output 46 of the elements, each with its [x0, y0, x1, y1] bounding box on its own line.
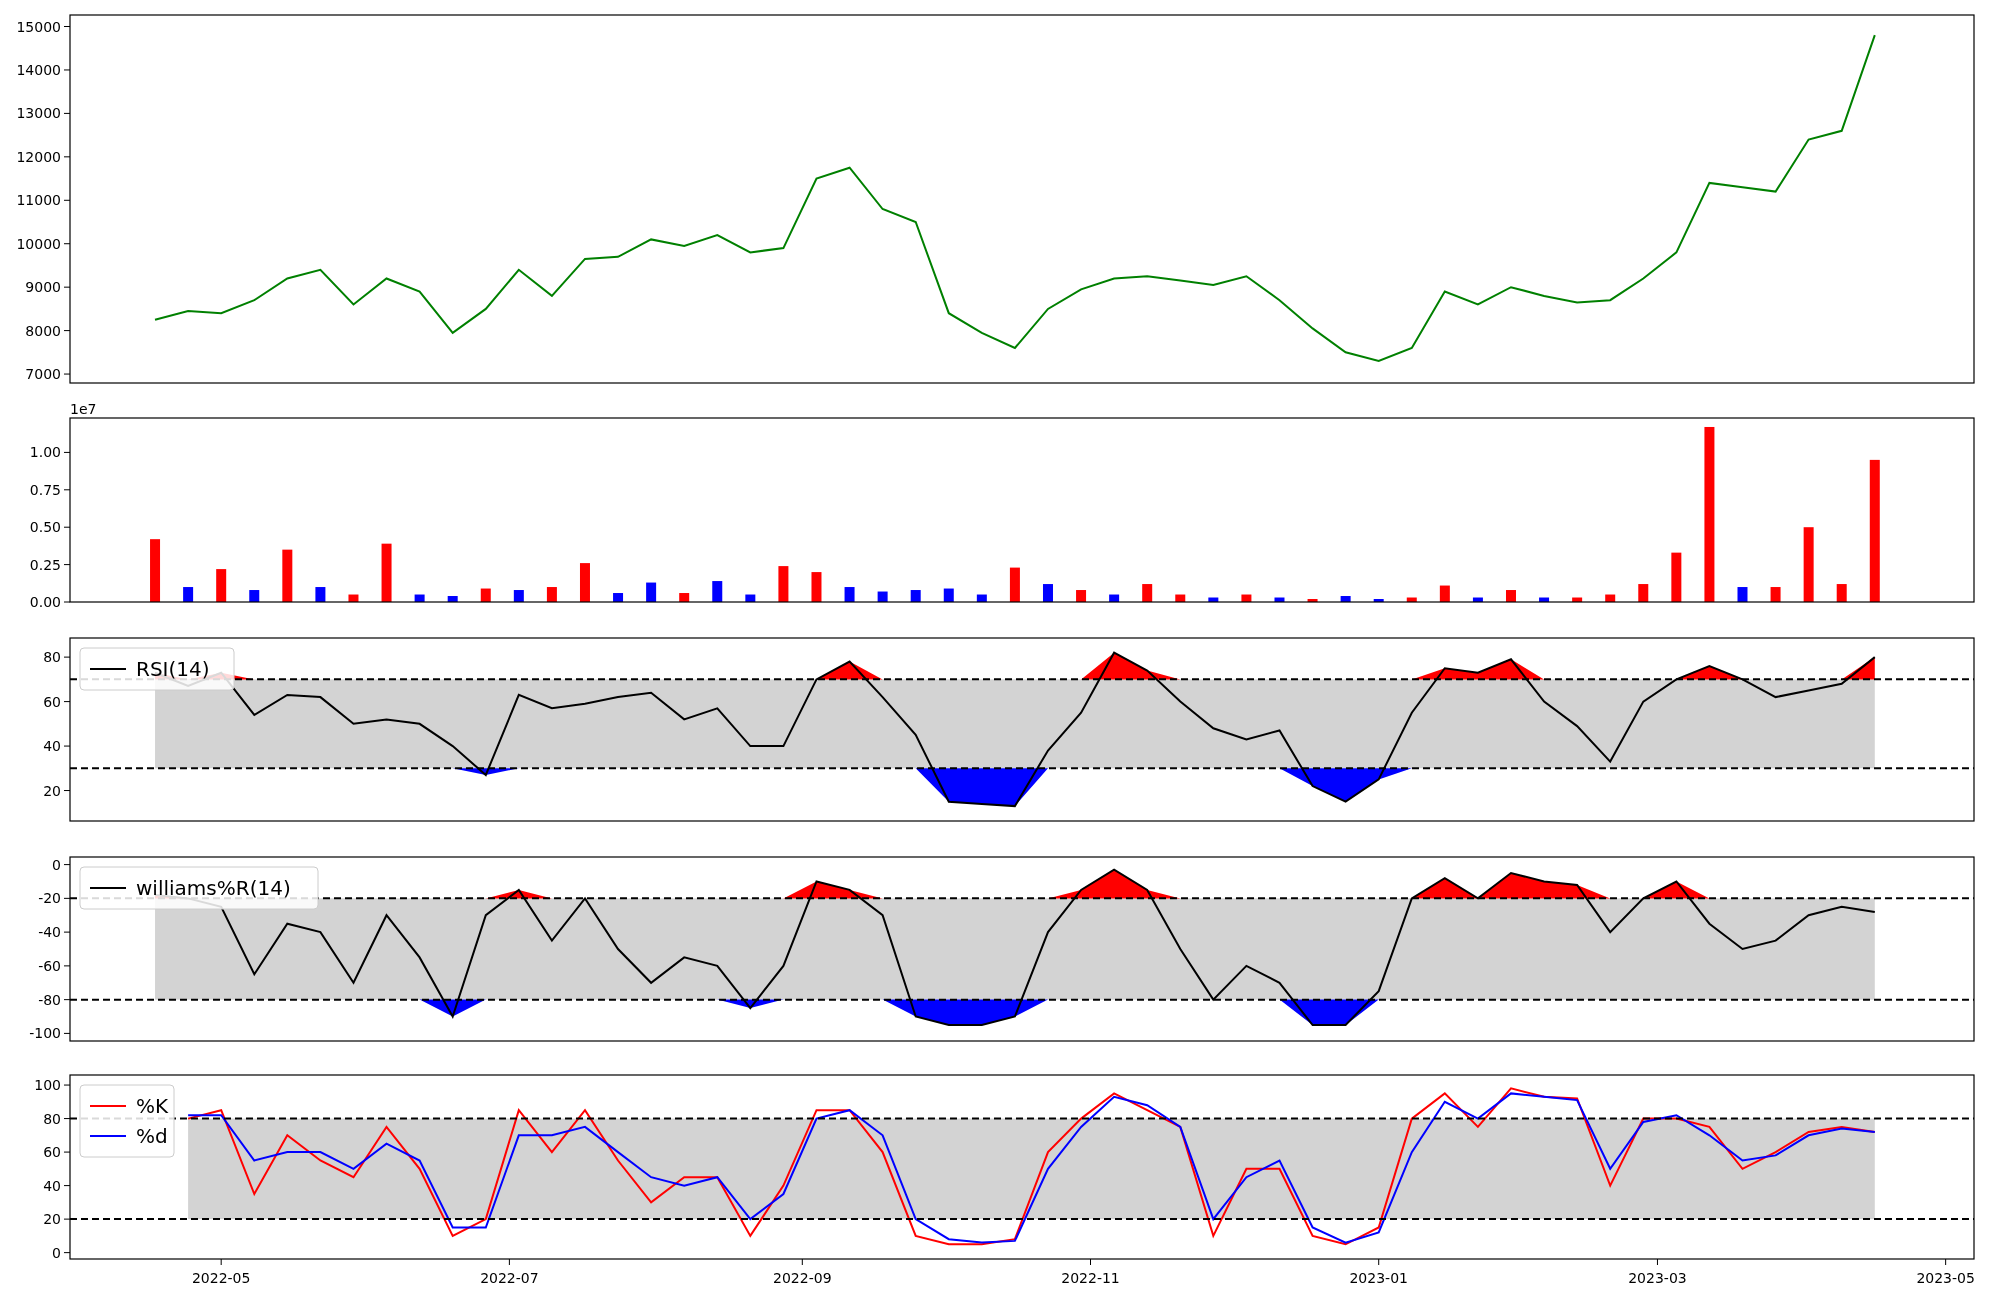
legend-label: %K: [136, 1094, 169, 1118]
y-tick-label: -40: [38, 924, 61, 941]
y-tick-label: 0.50: [29, 519, 61, 536]
x-tick-label: 2022-05: [191, 1270, 251, 1286]
legend-line-icon: [89, 1135, 127, 1137]
y-tick-label: 0.75: [29, 481, 61, 498]
x-tick-label: 2023-03: [1628, 1270, 1687, 1286]
legend-line-icon: [89, 668, 127, 670]
legend-line-icon: [89, 887, 127, 889]
legend-label: RSI(14): [136, 657, 210, 681]
y-tick-label: 100: [34, 1077, 61, 1094]
legend-label: %d: [136, 1124, 168, 1148]
y-tick-label: 11000: [16, 192, 61, 209]
y-tick-label: 0: [52, 856, 61, 873]
legend-label: williams%R(14): [136, 876, 291, 900]
y-tick-label: 9000: [25, 279, 61, 296]
legend-line-icon: [89, 1105, 127, 1107]
y-tick-label: 20: [43, 1211, 61, 1228]
y-tick-label: 60: [43, 693, 61, 710]
x-tick-label: 2023-01: [1349, 1270, 1408, 1286]
y-tick-label: 15000: [16, 18, 61, 35]
y-tick-label: 7000: [25, 366, 61, 383]
y-tick-label: 12000: [16, 148, 61, 165]
x-tick-label: 2022-11: [1061, 1270, 1120, 1286]
y-tick-label: 20: [43, 782, 61, 799]
y-tick-label: 14000: [16, 61, 61, 78]
y-tick-label: -80: [38, 991, 61, 1008]
x-tick-label: 2023-05: [1916, 1270, 1975, 1286]
y-tick-label: 1.00: [29, 444, 61, 461]
x-tick-label: 2022-07: [480, 1270, 539, 1286]
axis-offset-label: 1e7: [70, 401, 97, 417]
y-tick-label: 10000: [16, 235, 61, 252]
y-tick-label: 0.00: [29, 594, 61, 610]
y-tick-label: -20: [38, 890, 61, 907]
y-tick-label: 0: [52, 1244, 61, 1261]
x-tick-label: 2022-09: [773, 1270, 832, 1286]
y-tick-label: 40: [43, 738, 61, 755]
y-tick-label: 80: [43, 649, 61, 666]
y-tick-label: 8000: [25, 322, 61, 339]
y-tick-label: -100: [29, 1025, 61, 1042]
y-tick-label: 40: [43, 1177, 61, 1194]
y-tick-label: 60: [43, 1144, 61, 1161]
y-tick-label: 13000: [16, 105, 61, 122]
y-tick-label: 80: [43, 1110, 61, 1127]
y-tick-label: -60: [38, 957, 61, 974]
y-tick-label: 0.25: [29, 556, 61, 573]
